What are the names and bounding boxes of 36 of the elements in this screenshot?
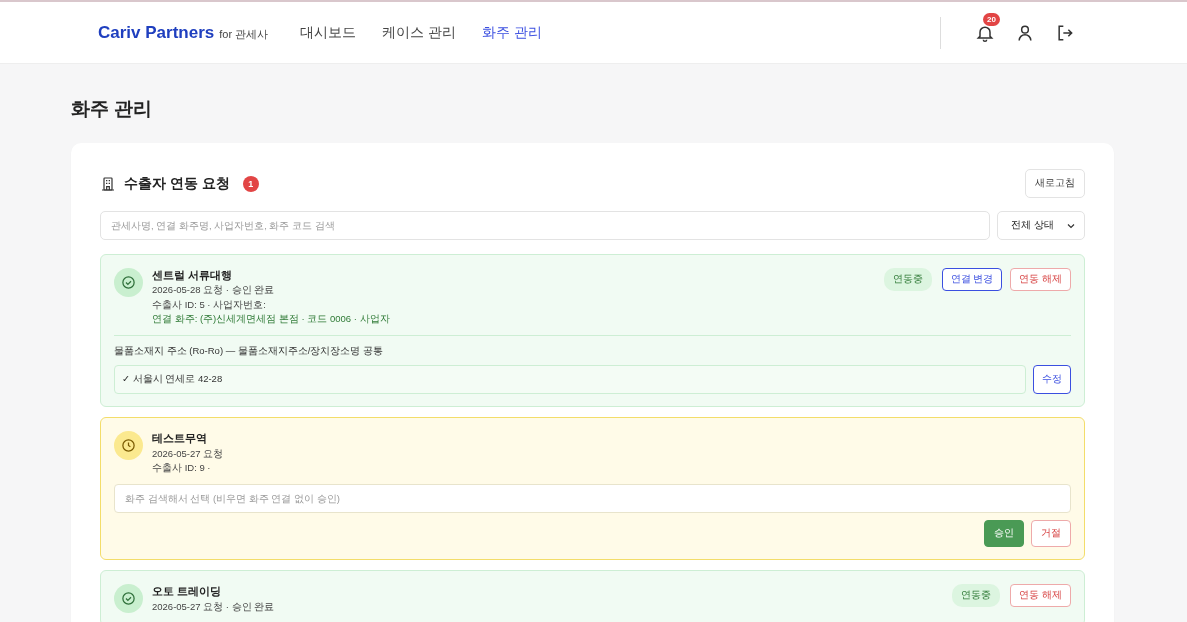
- building-icon: [100, 175, 116, 192]
- brand-logo[interactable]: Cariv Partners: [98, 22, 215, 43]
- edit-button[interactable]: 수정: [1033, 365, 1071, 395]
- address-field: ✓ 서울시 연세로 42-28: [114, 365, 1026, 395]
- approve-button[interactable]: 승인: [984, 520, 1024, 548]
- section-title: 수출자 연동 요청: [124, 174, 230, 193]
- company-name: 테스트무역: [152, 431, 208, 446]
- check-circle-icon: [114, 268, 143, 297]
- request-count-badge: 1: [242, 175, 259, 192]
- brand-suffix: for 관세사: [219, 26, 269, 42]
- company-name: 오토 트레이딩: [152, 584, 223, 599]
- exporter-id-text: 수출사 ID: 5 · 사업자번호:: [152, 298, 267, 311]
- action-button[interactable]: 연동 해제: [1010, 584, 1071, 608]
- page-title: 화주 관리: [71, 97, 154, 121]
- request-meta: 2026-05-28 요청 · 승인 완료: [152, 284, 276, 297]
- nav-tab[interactable]: 대시보드: [300, 23, 357, 42]
- nav-tab[interactable]: 화주 관리: [482, 23, 542, 42]
- status-badge: 연동중: [952, 584, 1001, 608]
- address-label: 물품소재지 주소 (Ro-Ro) — 물품소재지주소/장치장소명 공통: [114, 345, 385, 359]
- status-badge: 연동중: [883, 268, 932, 291]
- request-meta: 2026-05-27 요청: [152, 447, 225, 460]
- nav-tab[interactable]: 케이스 관리: [382, 23, 457, 42]
- notification-count-badge: 20: [983, 12, 1000, 26]
- action-button[interactable]: 연결 변경: [941, 268, 1003, 291]
- company-name: 센트럴 서류대행: [152, 268, 234, 283]
- refresh-button[interactable]: 새로고침: [1025, 169, 1085, 198]
- linked-shipper-text: 연결 화주: (주)신세계면세점 본점 · 코드 0006 · 사업자: [152, 313, 391, 326]
- reject-button[interactable]: 거절: [1031, 520, 1071, 548]
- action-button[interactable]: 연동 해제: [1010, 268, 1071, 291]
- status-filter-dropdown[interactable]: 전체 상태: [997, 211, 1085, 240]
- shipper-search-field[interactable]: 화주 검색해서 선택 (비우면 화주 연결 없이 승인): [114, 484, 1071, 514]
- request-meta: 2026-05-27 요청 · 승인 완료: [152, 600, 276, 613]
- exporter-id-text: 수출사 ID: 9 ·: [152, 461, 212, 475]
- search-field[interactable]: 관세사명, 연결 화주명, 사업자번호, 화주 코드 검색: [100, 211, 991, 240]
- clock-icon: [114, 431, 143, 461]
- check-circle-icon: [114, 584, 143, 614]
